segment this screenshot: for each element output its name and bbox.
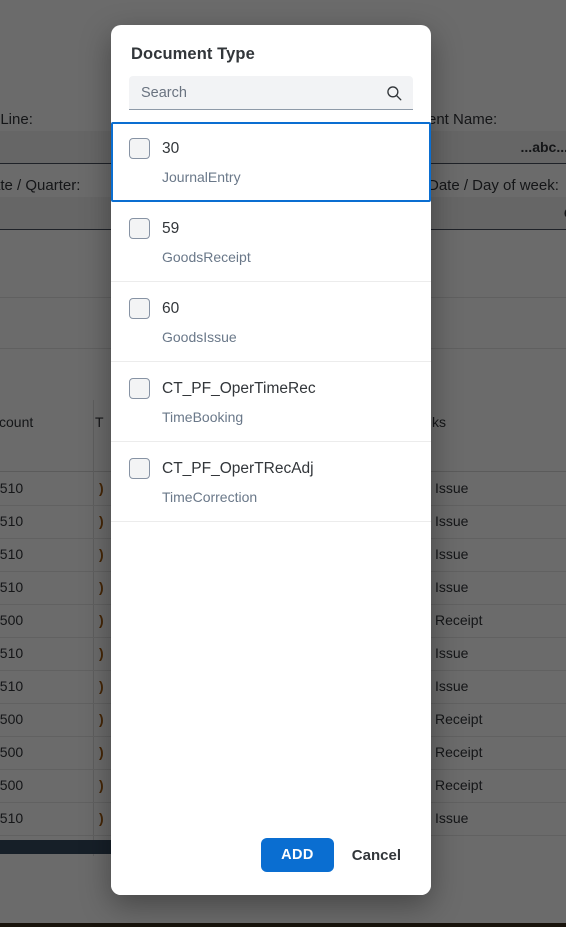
search-input[interactable] xyxy=(141,84,385,101)
list-item-name: TimeCorrection xyxy=(162,489,258,505)
list-item[interactable]: 60 GoodsIssue xyxy=(111,282,431,362)
list-item-code: 30 xyxy=(162,139,180,157)
search-field[interactable] xyxy=(129,76,413,110)
list-item-code: CT_PF_OperTRecAdj xyxy=(162,459,314,477)
list-item[interactable]: 30 JournalEntry xyxy=(111,122,431,202)
list-item[interactable]: CT_PF_OperTimeRec TimeBooking xyxy=(111,362,431,442)
checkbox-icon[interactable] xyxy=(129,298,150,319)
list-item-name: JournalEntry xyxy=(162,169,241,185)
checkbox-icon[interactable] xyxy=(129,138,150,159)
dialog-title: Document Type xyxy=(131,45,255,63)
checkbox-icon[interactable] xyxy=(129,458,150,479)
list-item-header: 30 xyxy=(129,138,413,159)
list-item-name: GoodsIssue xyxy=(162,329,237,345)
cancel-button[interactable]: Cancel xyxy=(344,838,409,873)
document-type-dialog: Document Type 30 JournalEntry 59 GoodsRecei… xyxy=(111,25,431,895)
checkbox-icon[interactable] xyxy=(129,218,150,239)
list-item[interactable]: 59 GoodsReceipt xyxy=(111,202,431,282)
app-root: t Line: ent Name: ...abc... ate / Quarte… xyxy=(0,0,566,927)
add-button[interactable]: ADD xyxy=(261,838,334,872)
list-item[interactable]: CT_PF_OperTRecAdj TimeCorrection xyxy=(111,442,431,522)
list-item-header: 59 xyxy=(129,218,413,239)
list-item-code: 60 xyxy=(162,299,180,317)
list-item-code: CT_PF_OperTimeRec xyxy=(162,379,316,397)
list-item-name: TimeBooking xyxy=(162,409,244,425)
checkbox-icon[interactable] xyxy=(129,378,150,399)
list-item-header: 60 xyxy=(129,298,413,319)
document-type-list[interactable]: 30 JournalEntry 59 GoodsReceipt 60 GoodsIssue… xyxy=(111,122,431,821)
dialog-footer: ADD Cancel xyxy=(111,821,431,895)
list-item-header: CT_PF_OperTimeRec xyxy=(129,378,413,399)
list-item-name: GoodsReceipt xyxy=(162,249,251,265)
list-item-code: 59 xyxy=(162,219,180,237)
search-icon[interactable] xyxy=(385,84,403,102)
list-item-header: CT_PF_OperTRecAdj xyxy=(129,458,413,479)
